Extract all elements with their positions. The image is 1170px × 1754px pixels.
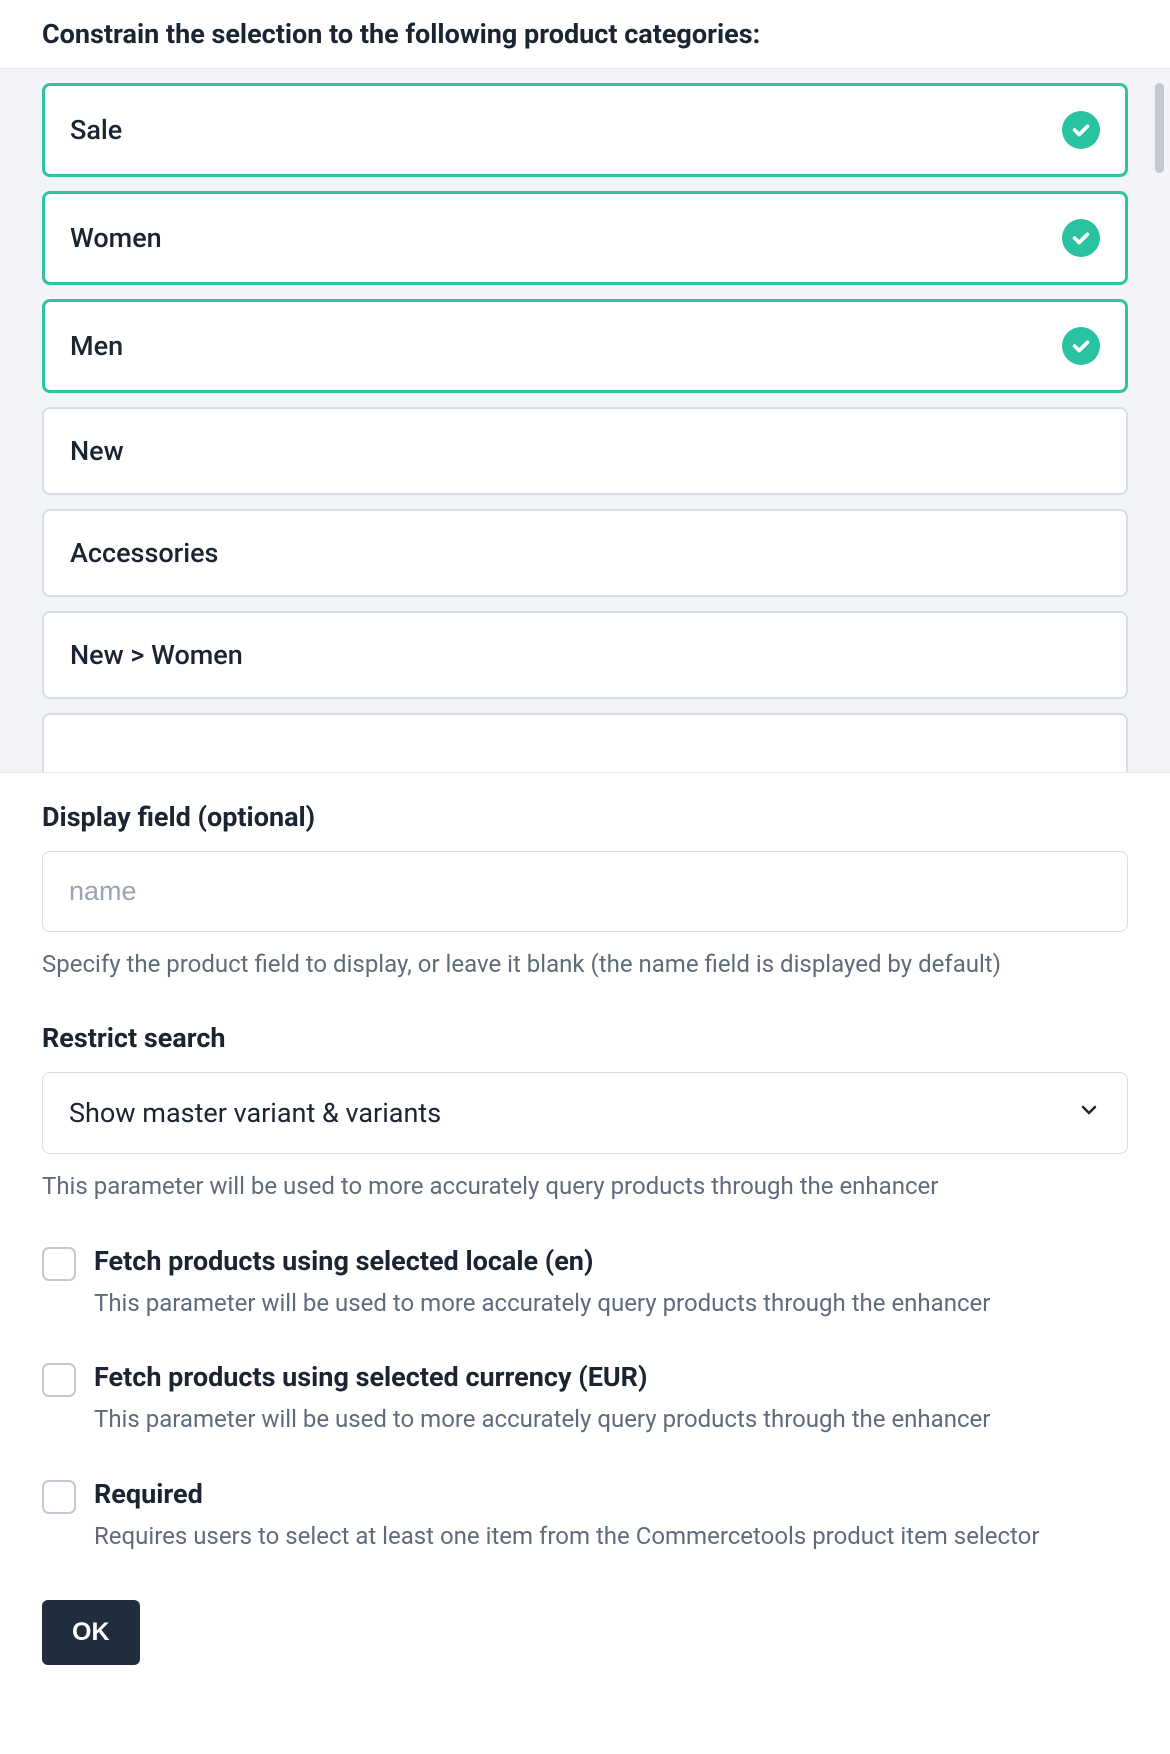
checkbox-row-locale: Fetch products using selected locale (en… [42, 1245, 1128, 1319]
checkbox-row-currency: Fetch products using selected currency (… [42, 1361, 1128, 1435]
checkbox-currency[interactable] [42, 1363, 76, 1397]
checkbox-required-title: Required [94, 1478, 1128, 1510]
scrollbar-thumb[interactable] [1155, 83, 1164, 173]
checkbox-currency-title: Fetch products using selected currency (… [94, 1361, 1128, 1393]
display-field-help: Specify the product field to display, or… [42, 948, 1128, 980]
category-label: New > Women [70, 639, 243, 671]
check-icon [1062, 327, 1100, 365]
category-item-next[interactable] [42, 713, 1128, 773]
category-label: Accessories [70, 537, 218, 569]
display-field-label: Display field (optional) [42, 801, 1128, 833]
category-item-new[interactable]: New [42, 407, 1128, 495]
display-field-input[interactable] [42, 851, 1128, 932]
restrict-search-value: Show master variant & variants [69, 1097, 441, 1129]
constrain-heading: Constrain the selection to the following… [0, 0, 1170, 68]
chevron-down-icon [1077, 1097, 1101, 1129]
category-item-women[interactable]: Women [42, 191, 1128, 285]
category-item-new-women[interactable]: New > Women [42, 611, 1128, 699]
category-label: Sale [70, 114, 122, 146]
category-label: Men [70, 330, 123, 362]
checkbox-locale-title: Fetch products using selected locale (en… [94, 1245, 1128, 1277]
restrict-search-select[interactable]: Show master variant & variants [42, 1072, 1128, 1154]
checkbox-required[interactable] [42, 1480, 76, 1514]
checkbox-row-required: Required Requires users to select at lea… [42, 1478, 1128, 1552]
category-label [70, 741, 77, 773]
category-item-sale[interactable]: Sale [42, 83, 1128, 177]
category-item-accessories[interactable]: Accessories [42, 509, 1128, 597]
category-label: New [70, 435, 124, 467]
ok-button[interactable]: OK [42, 1600, 140, 1665]
restrict-search-label: Restrict search [42, 1022, 1128, 1054]
category-label: Women [70, 222, 162, 254]
checkbox-required-desc: Requires users to select at least one it… [94, 1520, 1128, 1552]
checkbox-locale-desc: This parameter will be used to more accu… [94, 1287, 1128, 1319]
check-icon [1062, 111, 1100, 149]
category-list-panel: Sale Women Men New Accessories New > Wom… [0, 68, 1170, 773]
checkbox-locale[interactable] [42, 1247, 76, 1281]
check-icon [1062, 219, 1100, 257]
category-item-men[interactable]: Men [42, 299, 1128, 393]
restrict-search-help: This parameter will be used to more accu… [42, 1170, 1128, 1202]
checkbox-currency-desc: This parameter will be used to more accu… [94, 1403, 1128, 1435]
